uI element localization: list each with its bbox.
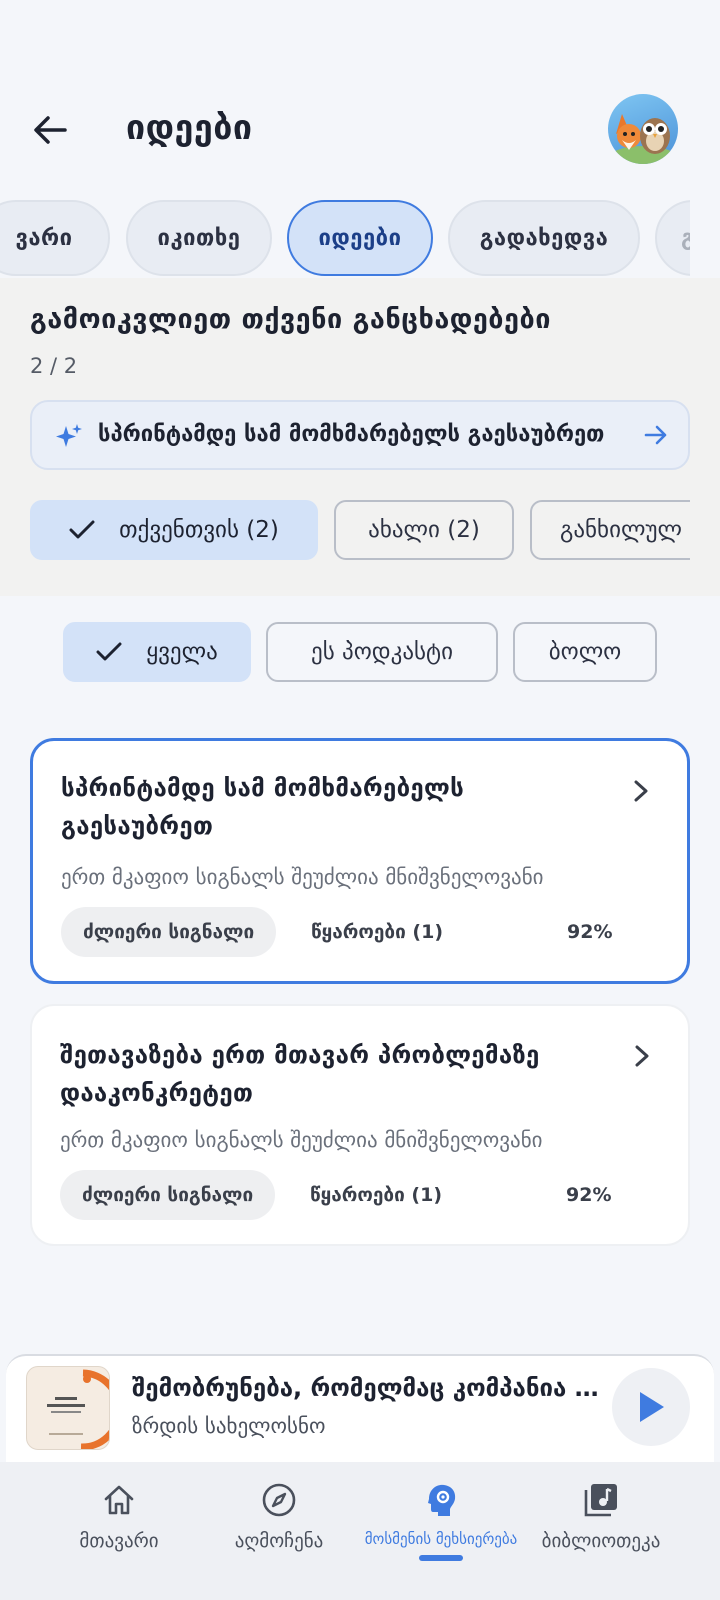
tab-label: გ xyxy=(681,225,690,251)
filter-reviewed-chip[interactable]: განხილულ xyxy=(530,500,690,560)
filter-all-chip[interactable]: ყველა xyxy=(63,622,251,682)
insights-section: გამოიკვლიეთ თქვენი განცხადებები 2 / 2 სპ… xyxy=(0,278,720,596)
tab-review[interactable]: გადახედვა xyxy=(448,200,640,276)
home-icon xyxy=(104,1485,134,1515)
nav-item-discover[interactable]: აღმოჩენა xyxy=(194,1478,364,1552)
filter-new-chip[interactable]: ახალი (2) xyxy=(334,500,514,560)
idea-card[interactable]: სპრინტამდე სამ მომხმარებელს გაესაუბრეთ ე… xyxy=(30,738,690,984)
card-title: შეთავაზება ერთ მთავარ პრობლემაზე დააკონკ… xyxy=(60,1041,540,1107)
page-title: იდეები xyxy=(126,108,253,148)
play-icon xyxy=(640,1392,664,1422)
active-tab-indicator xyxy=(419,1555,463,1561)
tab-label: იდეები xyxy=(318,225,402,251)
sources-link[interactable]: წყაროები (1) xyxy=(311,921,443,943)
banner-text: სპრინტამდე სამ მომხმარებელს გაესაუბრეთ xyxy=(98,422,605,447)
chevron-right-icon xyxy=(634,780,648,802)
suggestion-banner[interactable]: სპრინტამდე სამ მომხმარებელს გაესაუბრეთ xyxy=(30,400,690,470)
check-icon xyxy=(69,520,95,539)
confidence-percent: 92% xyxy=(567,921,613,943)
card-description: ერთ მკაფიო სიგნალს შეუძლია მნიშვნელოვანი xyxy=(60,1128,543,1152)
section-title: გამოიკვლიეთ თქვენი განცხადებები xyxy=(30,304,551,335)
nav-item-library[interactable]: ბიბლიოთეკა xyxy=(516,1478,686,1552)
idea-card[interactable]: შეთავაზება ერთ მთავარ პრობლემაზე დააკონკ… xyxy=(30,1004,690,1246)
nav-item-home[interactable]: მთავარი xyxy=(34,1478,204,1552)
podcast-name: ზრდის სახელოსნო xyxy=(132,1414,326,1438)
tab-ask[interactable]: იკითხე xyxy=(126,200,272,276)
arrow-right-icon xyxy=(644,425,667,445)
arrow-left-icon xyxy=(34,116,67,144)
tab-previous[interactable]: ვარი xyxy=(0,200,110,276)
chip-label: განხილულ xyxy=(560,517,682,543)
scope-filter-row: ყველა ეს პოდკასტი ბოლო xyxy=(0,622,720,684)
tab-label: იკითხე xyxy=(157,225,241,251)
card-description: ერთ მკაფიო სიგნალს შეუძლია მნიშვნელოვანი xyxy=(61,865,544,889)
nav-label: მთავარი xyxy=(79,1530,159,1552)
signal-badge: ძლიერი სიგნალი xyxy=(61,907,277,957)
nav-label: ბიბლიოთეკა xyxy=(541,1530,661,1552)
check-icon xyxy=(96,642,122,661)
filter-recent-chip[interactable]: ბოლო xyxy=(513,622,657,682)
brain-gear-icon xyxy=(428,1484,456,1516)
sparkle-icon xyxy=(56,424,82,447)
play-button[interactable] xyxy=(612,1368,690,1446)
episode-title: შემობრუნება, რომელმაც კომპანია გადაარჩინ… xyxy=(132,1374,610,1402)
compass-icon xyxy=(262,1483,296,1517)
bottom-navigation: მთავარი აღმოჩენა მოსმენის მეხსიერება ბიბ… xyxy=(0,1462,720,1600)
tab-label: გადახედვა xyxy=(479,225,609,251)
mini-player[interactable]: შემობრუნება, რომელმაც კომპანია გადაარჩინ… xyxy=(6,1354,714,1462)
filter-for-you-chip[interactable]: თქვენთვის (2) xyxy=(30,500,318,560)
filter-this-podcast-chip[interactable]: ეს პოდკასტი xyxy=(266,622,498,682)
tab-label: ვარი xyxy=(15,225,73,251)
status-filter-row: თქვენთვის (2) ახალი (2) განხილულ xyxy=(30,500,690,562)
chip-label: ბოლო xyxy=(548,639,622,665)
tab-ideas[interactable]: იდეები xyxy=(287,200,433,276)
section-tabs: ვარი იკითხე იდეები გადახედვა გ xyxy=(0,198,690,278)
sources-link[interactable]: წყაროები (1) xyxy=(310,1184,442,1206)
section-count: 2 / 2 xyxy=(30,354,78,378)
chip-label: ეს პოდკასტი xyxy=(311,639,453,665)
avatar[interactable] xyxy=(608,94,678,164)
signal-badge: ძლიერი სიგნალი xyxy=(60,1170,276,1220)
chip-label: ახალი (2) xyxy=(368,517,480,543)
tab-next[interactable]: გ xyxy=(655,200,690,276)
episode-artwork xyxy=(26,1366,110,1450)
back-button[interactable] xyxy=(26,106,74,154)
nav-item-listening-memory[interactable]: მოსმენის მეხსიერება xyxy=(356,1478,526,1548)
music-library-icon xyxy=(584,1484,617,1517)
nav-label: აღმოჩენა xyxy=(234,1530,324,1552)
chip-label: ყველა xyxy=(146,639,218,665)
card-title: სპრინტამდე სამ მომხმარებელს გაესაუბრეთ xyxy=(61,774,465,840)
nav-label: მოსმენის მეხსიერება xyxy=(364,1530,518,1548)
top-app-bar: იდეები xyxy=(0,0,720,200)
confidence-percent: 92% xyxy=(566,1184,612,1206)
chip-label: თქვენთვის (2) xyxy=(119,517,279,543)
chevron-right-icon xyxy=(635,1045,649,1067)
